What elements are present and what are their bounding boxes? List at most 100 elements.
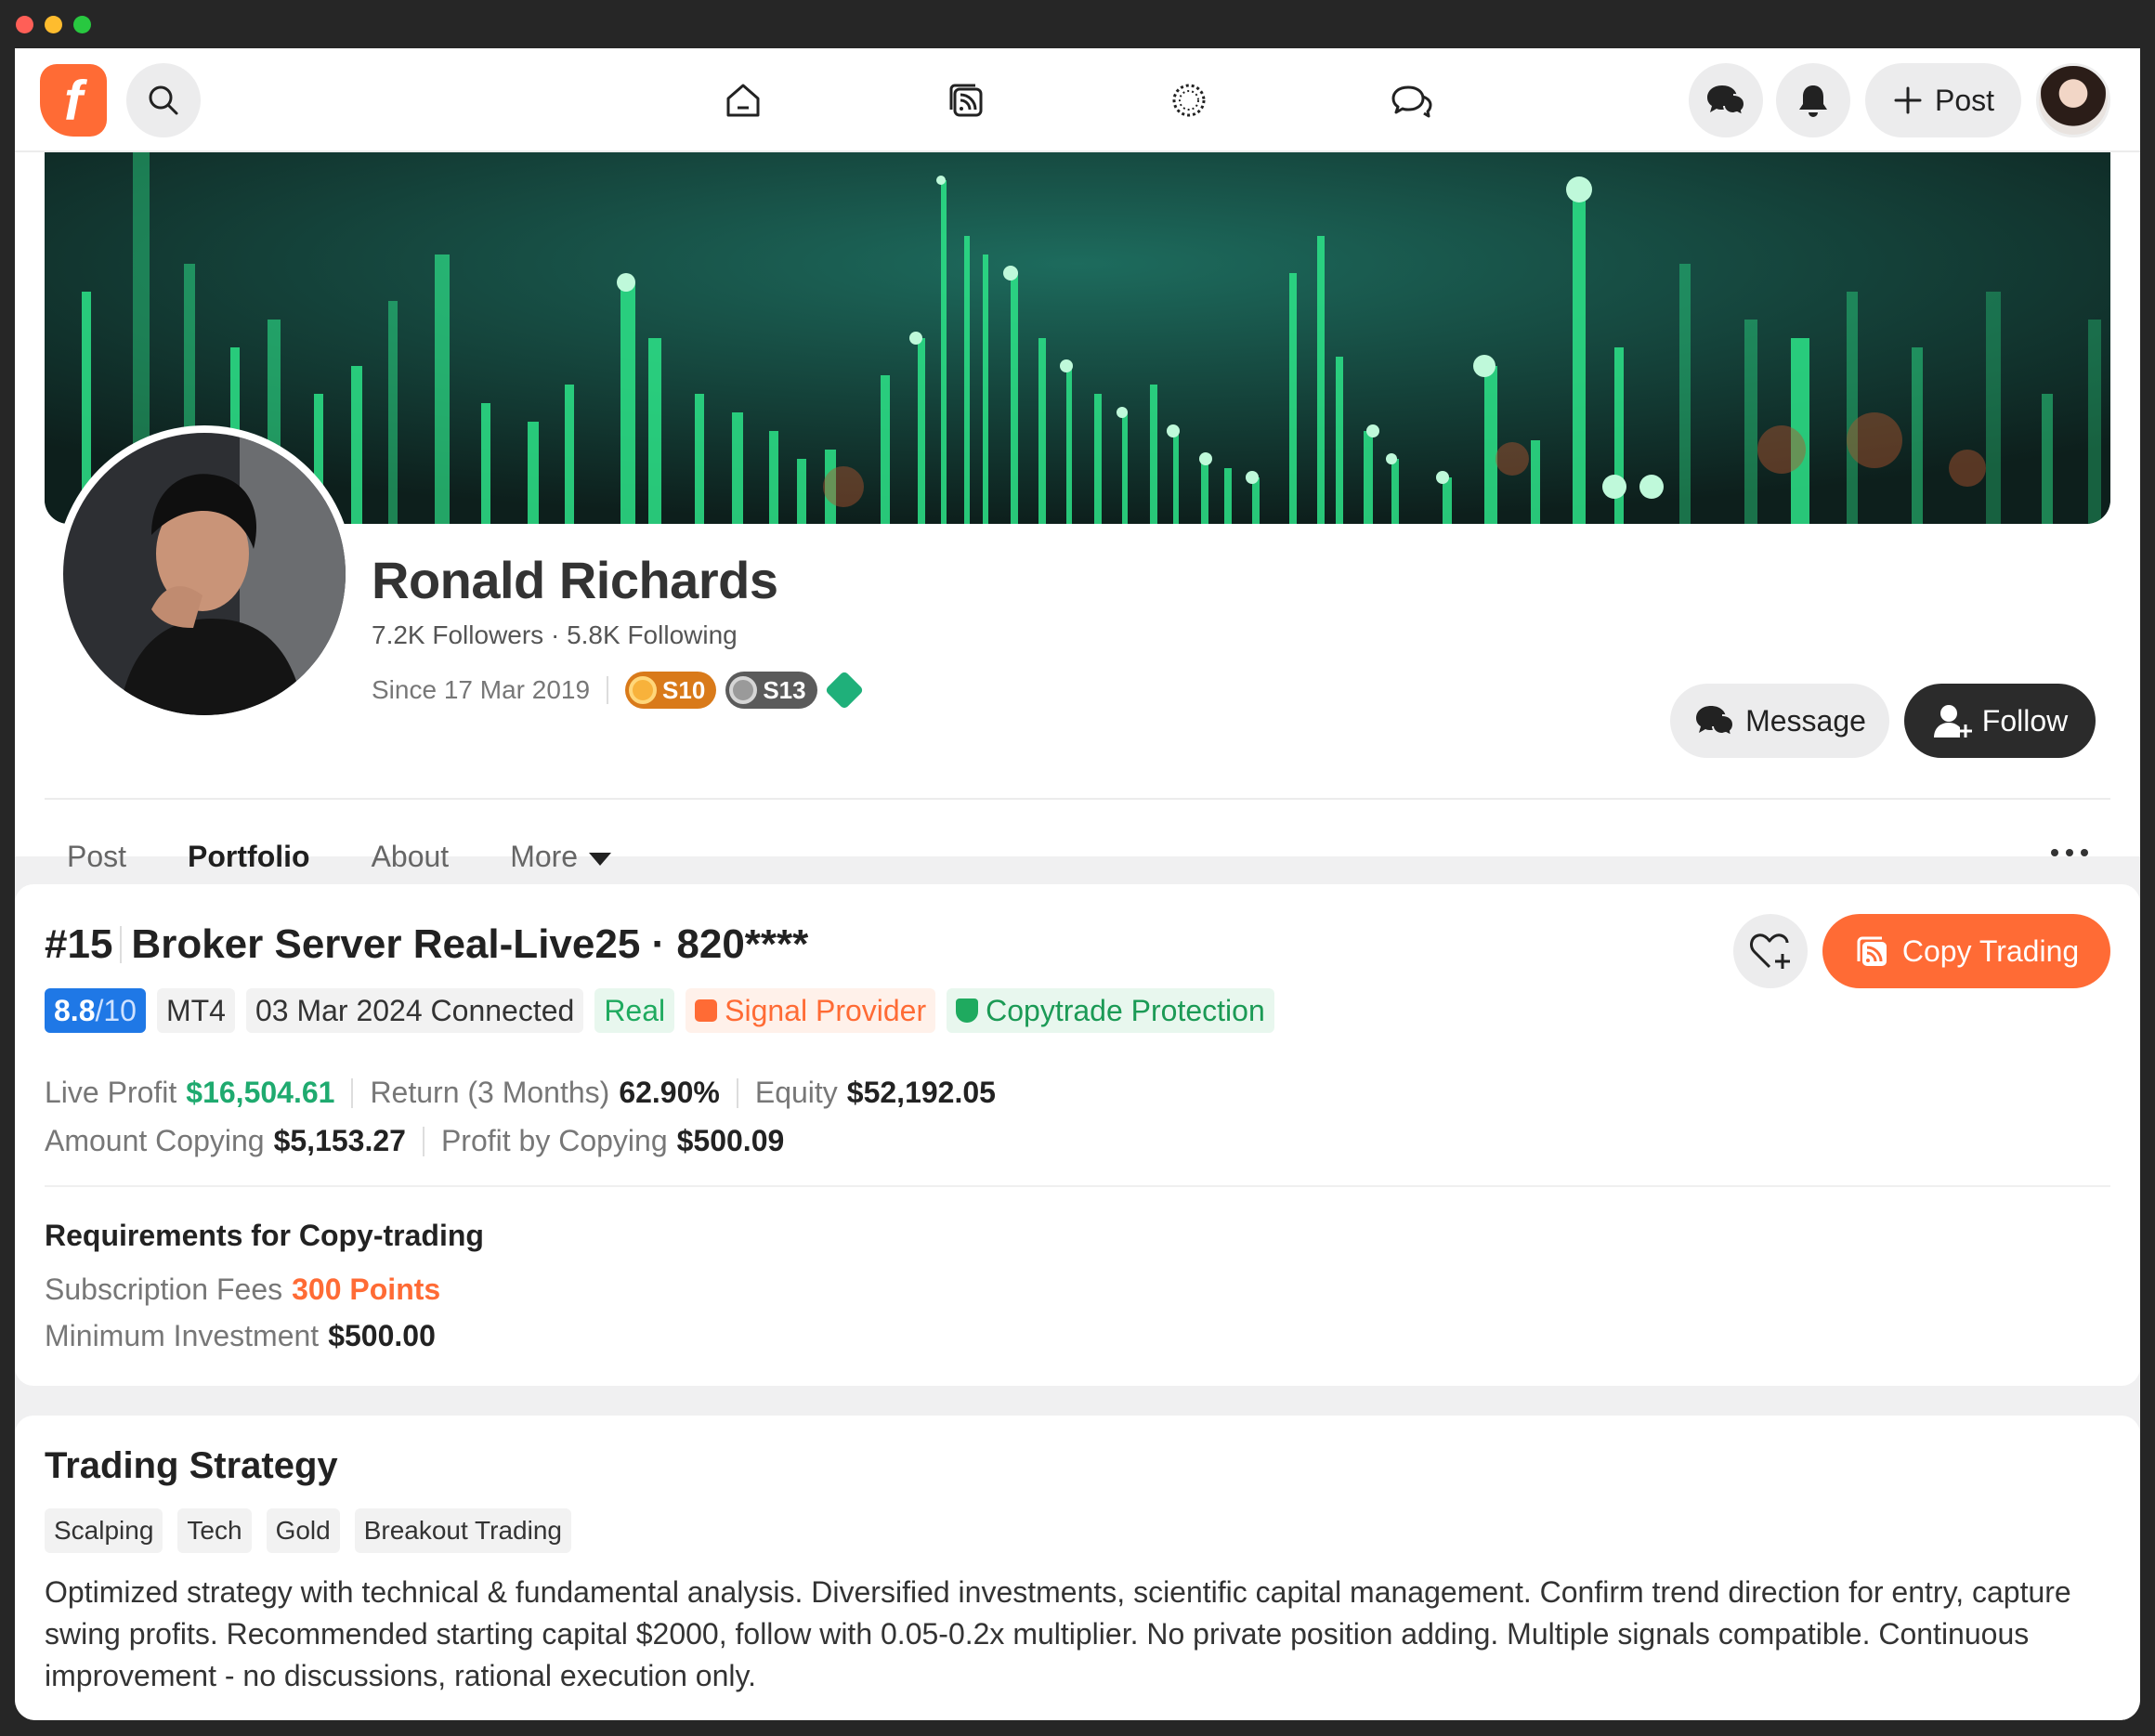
dot-separator: ·: [550, 620, 568, 649]
window-controls: [16, 16, 91, 33]
minimum-investment-value: $500.00: [328, 1319, 436, 1352]
nav-home[interactable]: [717, 74, 769, 126]
signal-provider-tag: Signal Provider: [686, 988, 936, 1033]
trading-strategy-card: Trading Strategy Scalping Tech Gold Brea…: [15, 1416, 2140, 1720]
cover-chart-graphic: [45, 152, 2110, 524]
subscription-fee-label: Subscription Fees: [45, 1273, 283, 1306]
account-title: #15 Broker Server Real-Live25 · 820****: [45, 921, 808, 968]
signal-feed-icon: [949, 84, 983, 117]
live-profit-label: Live Profit: [45, 1076, 177, 1109]
shield-check-icon: [956, 999, 979, 1023]
return-label: Return (3 Months): [370, 1076, 610, 1109]
strategy-title: Trading Strategy: [45, 1445, 338, 1486]
equity-label: Equity: [754, 1076, 838, 1109]
amount-copying-value: $5,153.27: [273, 1124, 406, 1157]
app-window: f Post Ronald Richards 7.2K Followers · …: [15, 48, 2140, 1720]
member-since: Since 17 Mar 2019: [372, 675, 591, 704]
chat-button[interactable]: [1689, 63, 1763, 137]
profile-photo: [63, 433, 346, 715]
app-logo[interactable]: f: [40, 64, 107, 137]
strategy-tags: Scalping Tech Gold Breakout Trading: [45, 1508, 571, 1553]
new-post-button[interactable]: Post: [1865, 63, 2021, 137]
amount-copying-label: Amount Copying: [45, 1124, 265, 1157]
plus-icon: [1894, 86, 1922, 114]
ellipsis-icon: [2051, 849, 2058, 856]
verified-diamond-icon[interactable]: [824, 670, 864, 711]
separator: [607, 676, 609, 704]
search-icon: [149, 85, 178, 115]
stats-row-1: Live Profit $16,504.61 Return (3 Months)…: [45, 1076, 996, 1110]
account-server: Broker Server Real-Live25 · 820****: [131, 921, 809, 967]
nav-messages[interactable]: [1386, 74, 1438, 126]
message-button[interactable]: Message: [1670, 684, 1889, 758]
message-button-label: Message: [1745, 703, 1866, 737]
strategy-tag: Breakout Trading: [354, 1508, 571, 1553]
copy-trading-button[interactable]: Copy Trading: [1822, 914, 2110, 988]
profile-avatar[interactable]: [56, 425, 353, 723]
signal-icon: [695, 999, 718, 1022]
member-since-row: Since 17 Mar 2019 S10 S13: [372, 670, 864, 711]
nav-discover[interactable]: [1163, 74, 1215, 126]
home-icon: [726, 84, 760, 117]
nav-copy-trading[interactable]: [940, 74, 992, 126]
caret-down-icon: [589, 852, 612, 866]
heart-plus-icon: [1750, 933, 1790, 969]
strategy-tag: Gold: [266, 1508, 340, 1553]
more-options-button[interactable]: [2051, 849, 2088, 856]
follow-stats: 7.2K Followers · 5.8K Following: [372, 620, 738, 650]
minimum-investment-label: Minimum Investment: [45, 1319, 320, 1352]
top-navigation-bar: f Post: [15, 48, 2140, 152]
chat-filled-icon: [1707, 85, 1746, 117]
strategy-tag: Scalping: [45, 1508, 163, 1553]
requirements-title: Requirements for Copy-trading: [45, 1219, 484, 1252]
live-profit-value: $16,504.61: [186, 1076, 335, 1109]
season-badge-s10[interactable]: S10: [625, 672, 717, 709]
post-button-label: Post: [1934, 83, 1995, 117]
discover-icon: [1172, 84, 1206, 117]
copytrade-protection-tag[interactable]: Copytrade Protection: [947, 988, 1274, 1033]
chat-filled-icon: [1696, 706, 1735, 737]
followers-count[interactable]: 7.2K Followers: [372, 620, 543, 649]
separator: [120, 926, 123, 963]
favorite-button[interactable]: [1733, 914, 1808, 988]
separator: [351, 1077, 354, 1108]
medal-icon: [629, 676, 658, 704]
chat-bubbles-icon: [1391, 85, 1432, 118]
separator: [422, 1126, 424, 1156]
profile-header: Ronald Richards 7.2K Followers · 5.8K Fo…: [15, 152, 2140, 905]
platform-tag: MT4: [156, 988, 235, 1033]
profit-by-copying-value: $500.09: [676, 1124, 785, 1157]
profile-name: Ronald Richards: [372, 551, 778, 609]
account-type-tag: Real: [594, 988, 675, 1033]
follow-button-label: Follow: [1981, 703, 2069, 737]
strategy-description: Optimized strategy with technical & fund…: [45, 1575, 2071, 1692]
profit-by-copying-label: Profit by Copying: [440, 1124, 668, 1157]
separator: [736, 1077, 738, 1108]
equity-value: $52,192.05: [846, 1076, 996, 1109]
medal-icon: [729, 676, 758, 704]
signal-feed-icon: [1857, 936, 1887, 966]
search-button[interactable]: [126, 63, 201, 137]
close-window-button[interactable]: [16, 16, 33, 33]
return-value: 62.90%: [619, 1076, 720, 1109]
subscription-fee-value: 300 Points: [292, 1273, 441, 1306]
subscription-fee-row: Subscription Fees 300 Points: [45, 1273, 440, 1307]
rating-badge[interactable]: 8.8/10: [45, 988, 146, 1033]
card-divider: [45, 1185, 2110, 1187]
cover-image: [45, 152, 2110, 524]
add-user-icon: [1933, 705, 1972, 737]
maximize-window-button[interactable]: [73, 16, 91, 33]
stats-row-2: Amount Copying $5,153.27 Profit by Copyi…: [45, 1124, 784, 1158]
notifications-button[interactable]: [1776, 63, 1850, 137]
minimize-window-button[interactable]: [45, 16, 62, 33]
connected-date-tag: 03 Mar 2024 Connected: [245, 988, 584, 1033]
season-badge-s13[interactable]: S13: [725, 672, 817, 709]
copy-trading-label: Copy Trading: [1901, 933, 2080, 968]
follow-button[interactable]: Follow: [1904, 684, 2096, 758]
account-tags: 8.8/10 MT4 03 Mar 2024 Connected Real Si…: [45, 988, 1274, 1033]
account-rank: #15: [45, 921, 113, 967]
following-count[interactable]: 5.8K Following: [567, 620, 738, 649]
trading-account-card: #15 Broker Server Real-Live25 · 820**** …: [15, 884, 2140, 1386]
minimum-investment-row: Minimum Investment $500.00: [45, 1319, 436, 1353]
current-user-avatar[interactable]: [2036, 63, 2110, 137]
